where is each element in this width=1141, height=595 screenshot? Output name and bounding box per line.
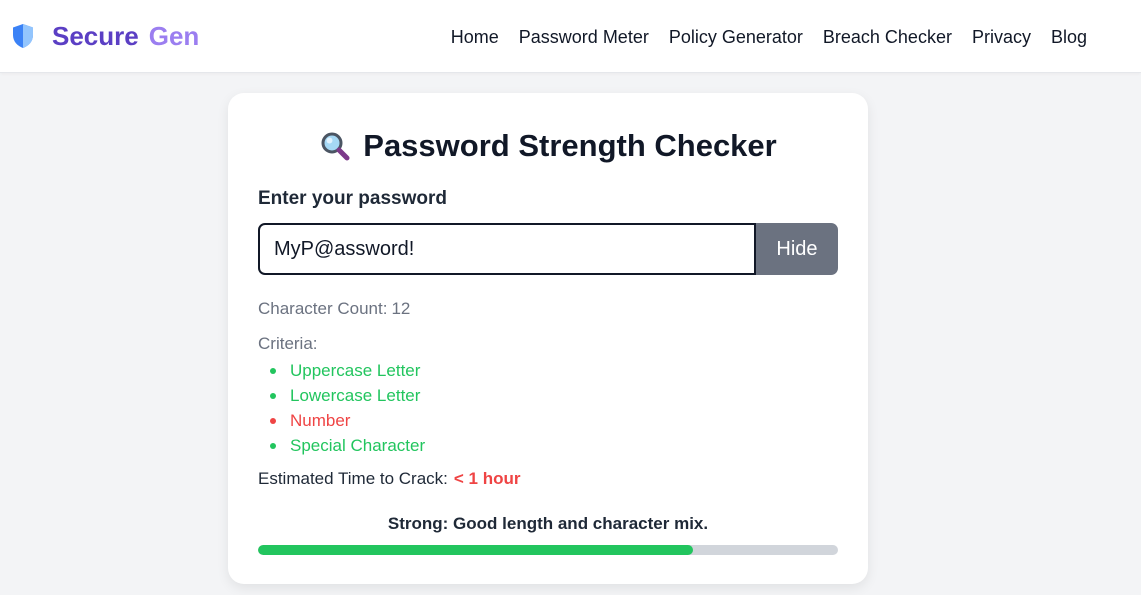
character-count-value: 12 (391, 299, 411, 318)
criteria-item-label: Special Character (290, 436, 426, 455)
criteria-list: Uppercase Letter Lowercase Letter Number… (258, 358, 425, 458)
bullet-icon (270, 417, 276, 424)
crack-time-value: < 1 hour (453, 469, 521, 488)
nav-privacy[interactable]: Privacy (972, 25, 1031, 49)
page-title: Password Strength Checker (228, 128, 868, 164)
nav-home[interactable]: Home (451, 25, 499, 49)
criteria-item: Number (258, 408, 425, 433)
shield-icon (13, 24, 33, 48)
criteria-item-label: Number (290, 411, 351, 430)
criteria-item-label: Uppercase Letter (290, 361, 421, 380)
bullet-icon (270, 392, 276, 399)
bullet-icon (270, 367, 276, 374)
nav-blog[interactable]: Blog (1051, 25, 1087, 49)
character-count-label: Character Count: (258, 299, 388, 318)
strength-verdict: Strong: Good length and character mix. (387, 514, 709, 533)
page-title-text: Password Strength Checker (363, 128, 777, 163)
brand-name-primary: Secure (52, 20, 139, 51)
nav-policy-generator[interactable]: Policy Generator (669, 25, 803, 49)
crack-time: Estimated Time to Crack: < 1 hour (258, 469, 521, 489)
checker-card: Password Strength Checker Enter your pas… (228, 93, 868, 584)
crack-time-label: Estimated Time to Crack: (258, 469, 448, 488)
magnifier-icon (321, 132, 350, 161)
nav-breach-checker[interactable]: Breach Checker (823, 25, 952, 49)
hide-password-button[interactable]: Hide (756, 223, 838, 275)
criteria-item-label: Lowercase Letter (290, 386, 421, 405)
strength-meter (258, 545, 838, 555)
criteria-item: Special Character (258, 433, 425, 458)
brand-name-secondary: Gen (148, 20, 200, 51)
password-input[interactable] (258, 223, 756, 275)
character-count: Character Count: 12 (258, 299, 410, 319)
top-navbar: Secure Gen Home Password Meter Policy Ge… (0, 0, 1141, 73)
password-label: Enter your password (258, 188, 447, 209)
criteria-item: Lowercase Letter (258, 383, 425, 408)
strength-meter-fill (258, 545, 693, 555)
criteria-label: Criteria: (258, 334, 318, 353)
main-nav: Home Password Meter Policy Generator Bre… (431, 25, 1087, 49)
bullet-icon (270, 442, 276, 449)
brand-logo[interactable]: Secure Gen (12, 20, 199, 52)
nav-password-meter[interactable]: Password Meter (519, 25, 649, 49)
criteria-item: Uppercase Letter (258, 358, 425, 383)
